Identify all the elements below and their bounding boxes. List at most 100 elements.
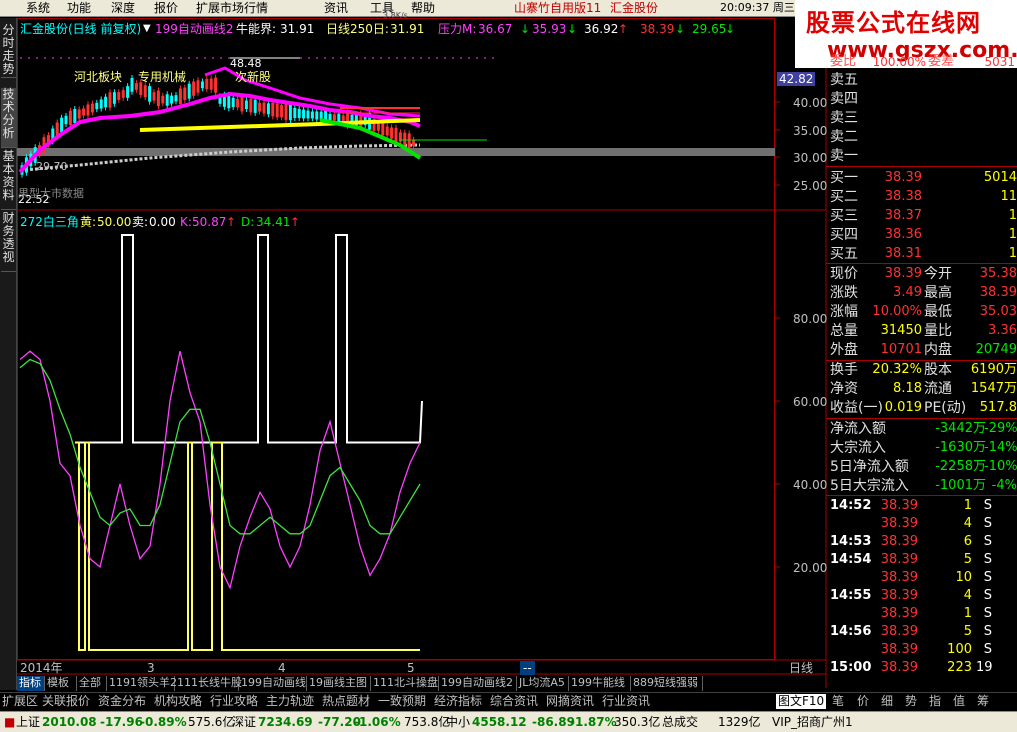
k-value: 50.87: [192, 215, 227, 229]
tick-time: 15:00: [830, 660, 872, 675]
fund-label-2: 股本: [924, 362, 952, 378]
price-axis-40: 40.00: [793, 96, 828, 110]
stat-label-2: 内盘: [924, 342, 952, 358]
pressure-value: 36.67: [478, 22, 513, 36]
bull-value: 31.91: [280, 22, 315, 36]
function-tab[interactable]: 主力轨迹: [266, 694, 314, 709]
indicator-tab[interactable]: 指标: [17, 676, 45, 691]
time-axis-m3: 3: [147, 661, 155, 675]
indicator-tab[interactable]: 19画线主图: [307, 676, 371, 691]
stat-value-2: 20749: [975, 342, 1017, 357]
lower-axis-40: 40.00: [793, 478, 828, 492]
function-tab[interactable]: 热点题材: [322, 694, 370, 709]
sh-label[interactable]: 上证: [16, 715, 40, 730]
tick-volume: 223: [947, 660, 972, 675]
right-tab[interactable]: 笔: [832, 694, 844, 709]
flow-pct: -14%: [984, 440, 1017, 455]
function-tab[interactable]: 综合资讯: [490, 694, 538, 709]
indicator-tab[interactable]: 111北斗操盘: [371, 676, 439, 691]
function-tab[interactable]: 资金分布: [98, 694, 146, 709]
flow-label: 5日大宗流入: [830, 478, 909, 494]
order-diff-value: 5031: [984, 55, 1015, 69]
fund-value-2: 6190万: [970, 362, 1017, 377]
ask1-label: 卖一: [830, 148, 858, 164]
function-tab[interactable]: 经济指标: [434, 694, 482, 709]
indicator-tab[interactable]: 模板: [45, 676, 77, 691]
tick-volume: 10: [955, 570, 972, 585]
function-tab[interactable]: 网摘资讯: [546, 694, 594, 709]
tick-side: S: [983, 588, 992, 603]
flow-value: -2258万: [935, 459, 986, 474]
zx-amount: 350.3亿: [614, 715, 661, 729]
stat-label: 外盘: [830, 342, 858, 358]
stat-value: 38.39: [884, 266, 922, 281]
total-value: 1329亿: [718, 715, 761, 729]
fund-label: 换手: [830, 362, 858, 378]
time-axis-m5: 5: [407, 661, 415, 675]
tick-volume: 1: [963, 606, 972, 621]
function-tab[interactable]: 机构攻略: [154, 694, 202, 709]
indicator-tab[interactable]: 199自动画线: [239, 676, 307, 691]
indicator-tab[interactable]: 全部: [77, 676, 107, 691]
indicator-tab[interactable]: 1191领头羊2: [107, 676, 177, 691]
function-tab[interactable]: 一致预期: [378, 694, 426, 709]
tick-side: S: [983, 498, 992, 513]
value-1: 35.93: [532, 22, 567, 36]
order-ratio-value: 100.00%: [872, 55, 926, 69]
sh-arrow-icon: ■: [4, 715, 16, 729]
flow-label: 5日净流入额: [830, 459, 909, 475]
function-tab[interactable]: 行业资讯: [602, 694, 650, 709]
scroll-marker[interactable]: --: [520, 661, 535, 675]
fund-value: 8.18: [893, 381, 922, 396]
line250-label: 日线250日:: [326, 22, 389, 36]
stat-label: 涨跌: [830, 285, 858, 301]
indicator-tab[interactable]: 111长线牛股: [175, 676, 242, 691]
right-tab[interactable]: 细: [881, 694, 893, 709]
right-tab[interactable]: 值: [953, 694, 965, 709]
period-label[interactable]: 日线: [789, 661, 813, 675]
price-axis-25: 25.00: [793, 179, 828, 193]
arrow-icon[interactable]: ▼: [143, 22, 151, 36]
time-axis-year: 2014年: [20, 661, 63, 675]
bid-price: 38.31: [884, 246, 922, 261]
zx-label[interactable]: 中小: [446, 715, 470, 730]
lower-axis-80: 80.00: [793, 312, 828, 326]
right-tab[interactable]: 指: [929, 694, 941, 709]
tick-time: 14:52: [830, 498, 872, 513]
indicator-tab[interactable]: 889短线强弱: [631, 676, 703, 691]
function-tab[interactable]: 行业攻略: [210, 694, 258, 709]
bid-volume: 11: [1000, 189, 1017, 204]
tick-side: S: [983, 606, 992, 621]
stock-name-header: 汇金股份(日线 前复权): [20, 22, 142, 36]
indicator-tab[interactable]: JL均流A5: [517, 676, 569, 691]
fund-label-2: 流通: [924, 381, 952, 397]
flow-pct: -10%: [984, 459, 1017, 474]
right-tab[interactable]: 价: [857, 694, 869, 709]
function-tab[interactable]: 扩展区: [2, 694, 38, 709]
flow-value: -1630万: [935, 440, 986, 455]
sh-pct: -0.89%: [140, 715, 187, 729]
pressure-label: 压力M:: [438, 22, 477, 36]
stat-label-2: 今开: [924, 266, 952, 282]
stat-value: 31450: [880, 323, 922, 338]
fund-value-2: 1547万: [970, 381, 1017, 396]
lower-indicator-name[interactable]: 272白三角: [20, 215, 79, 229]
indicator-tab[interactable]: 199自动画线2: [439, 676, 517, 691]
bid-price: 38.38: [884, 189, 922, 204]
function-tab[interactable]: 关联报价: [42, 694, 90, 709]
right-tab[interactable]: 筹: [977, 694, 989, 709]
gray-band: [17, 148, 775, 156]
annotation-industry: 专用机械: [138, 70, 187, 84]
f10-button[interactable]: 图文F10: [776, 694, 827, 709]
indicator-tab[interactable]: 199牛能线: [569, 676, 631, 691]
right-tab[interactable]: 势: [905, 694, 917, 709]
tick-price: 38.39: [880, 570, 918, 585]
tick-volume: 6: [963, 534, 972, 549]
ask3-label: 卖三: [830, 110, 858, 126]
zx-change: -86.89: [532, 715, 575, 729]
indicator-name[interactable]: 199自动画线2: [155, 22, 234, 36]
sz-label[interactable]: 深证: [232, 715, 256, 730]
sh-value: 2010.08: [42, 715, 97, 729]
sell-label: 卖:: [132, 215, 149, 229]
flow-pct: -29%: [984, 421, 1017, 436]
